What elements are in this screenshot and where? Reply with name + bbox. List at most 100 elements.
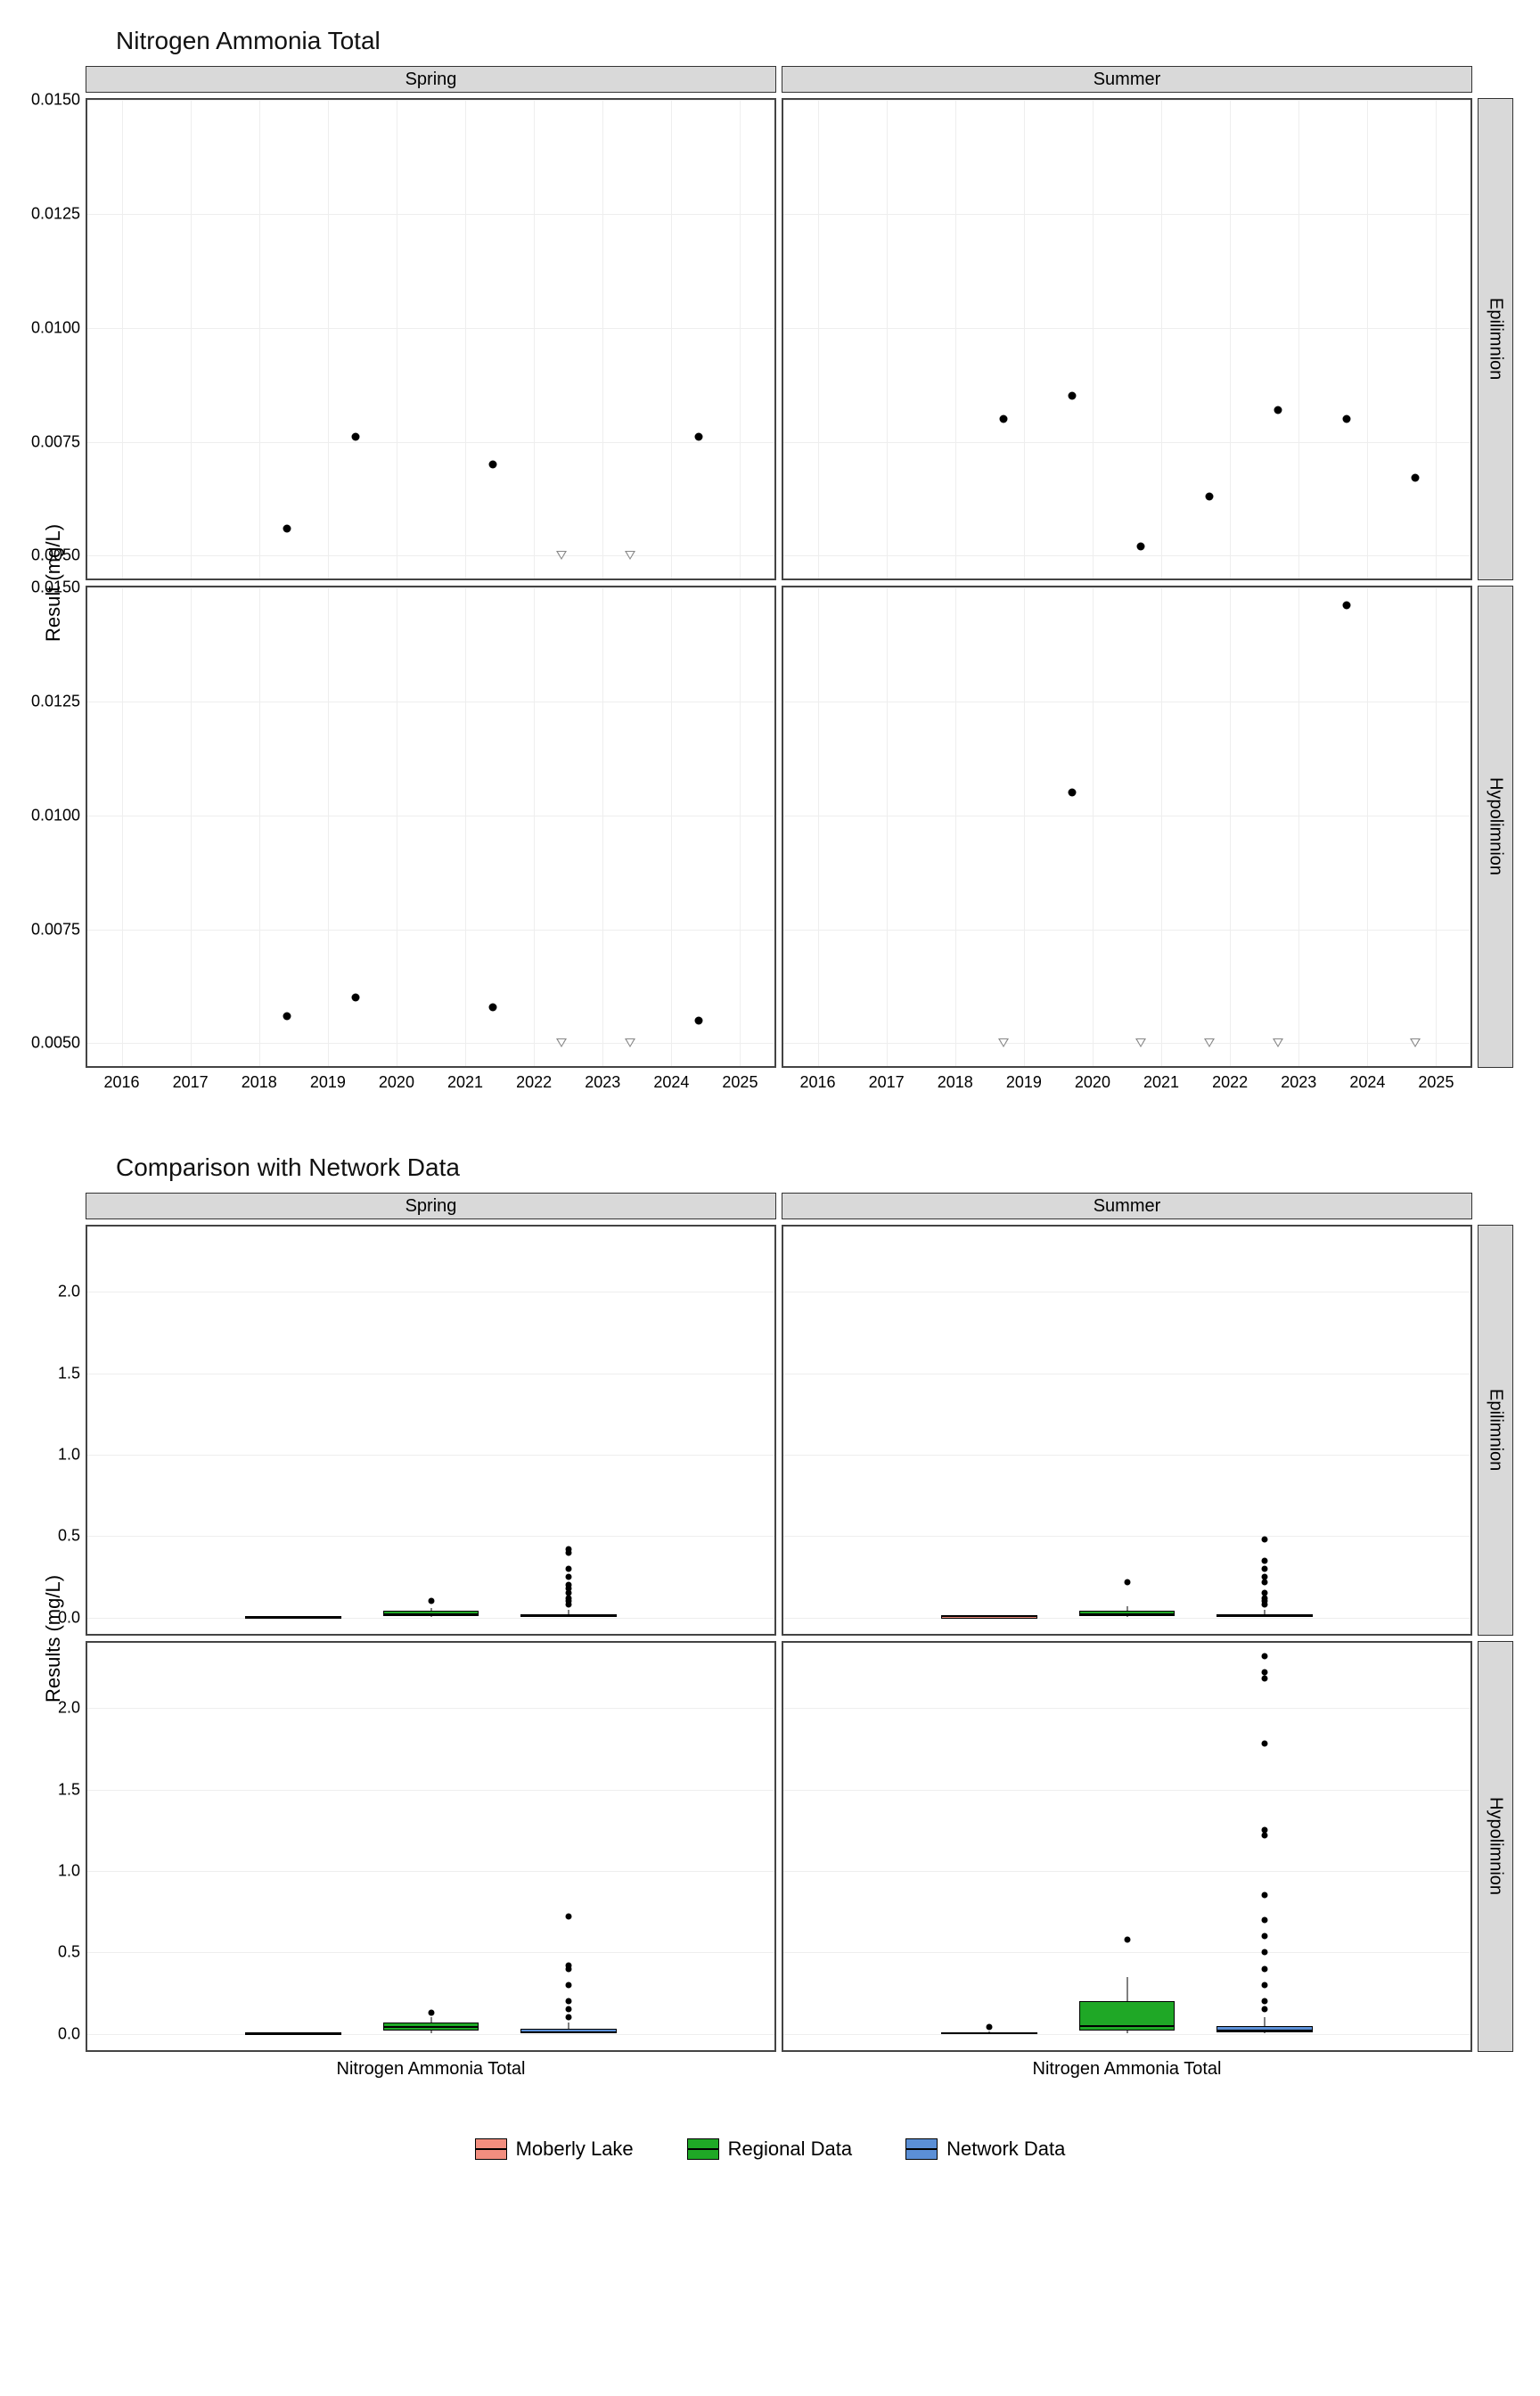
panel-spring-epi: 0.00500.00750.01000.01250.0150 (86, 98, 776, 580)
panel-box-summer-hypo: Nitrogen Ammonia Total (782, 1641, 1472, 2052)
below-dl-icon (1204, 1038, 1215, 1047)
below-dl-icon (625, 1038, 635, 1047)
outlier-point (987, 2024, 993, 2031)
data-point (1274, 406, 1282, 414)
row-strip-epi-2: Epilimnion (1478, 1225, 1513, 1636)
xtick: 2019 (1006, 1066, 1042, 1092)
ytick: 0.0 (58, 2024, 87, 2043)
outlier-point (1261, 1669, 1267, 1675)
outlier-point (1261, 1949, 1267, 1956)
xtick: 2018 (242, 1066, 277, 1092)
xtick: 2024 (1349, 1066, 1385, 1092)
outlier-point (565, 2006, 571, 2013)
panel-summer-hypo: 2016201720182019202020212022202320242025 (782, 586, 1472, 1068)
outlier-point (565, 1982, 571, 1988)
ytick: 0.0075 (31, 920, 87, 939)
ytick: 0.0150 (31, 91, 87, 110)
outlier-point (565, 1546, 571, 1552)
below-dl-icon (1273, 1038, 1283, 1047)
ytick: 0.0125 (31, 692, 87, 710)
legend-swatch-moberly (475, 2138, 507, 2160)
legend-network: Network Data (905, 2138, 1065, 2161)
ytick: 1.0 (58, 1861, 87, 1880)
xtick: 2020 (379, 1066, 414, 1092)
xtick: 2017 (173, 1066, 209, 1092)
data-point (488, 1003, 496, 1011)
x-category-label: Nitrogen Ammonia Total (337, 2050, 526, 2080)
panel-spring-hypo: 0.00500.00750.01000.01250.01502016201720… (86, 586, 776, 1068)
panel-summer-epi (782, 98, 1472, 580)
legend-swatch-network (905, 2138, 938, 2160)
outlier-point (1261, 1982, 1267, 1988)
outlier-point (1261, 2006, 1267, 2013)
col-strip-summer: Summer (782, 66, 1472, 93)
ytick: 0.0150 (31, 578, 87, 597)
chart-1: Nitrogen Ammonia Total Result (mg/L) Spr… (27, 27, 1513, 1100)
below-dl-icon (1135, 1038, 1146, 1047)
outlier-point (1261, 1565, 1267, 1571)
below-dl-icon (1410, 1038, 1421, 1047)
outlier-point (1261, 1933, 1267, 1940)
xtick: 2025 (1418, 1066, 1454, 1092)
outlier-point (1261, 1574, 1267, 1580)
outlier-point (1261, 1998, 1267, 2005)
ytick: 0.5 (58, 1943, 87, 1962)
xtick: 2024 (653, 1066, 689, 1092)
data-point (488, 461, 496, 469)
data-point (1068, 392, 1076, 400)
data-point (1412, 474, 1420, 482)
outlier-point (1261, 1827, 1267, 1834)
xtick: 2022 (516, 1066, 552, 1092)
ytick: 1.0 (58, 1445, 87, 1464)
xtick: 2023 (585, 1066, 620, 1092)
chart-1-grid: Result (mg/L) Spring Summer Epilimnion H… (27, 66, 1513, 1100)
outlier-point (565, 2014, 571, 2021)
data-point (695, 433, 703, 441)
data-point (1343, 415, 1351, 423)
outlier-point (565, 1582, 571, 1588)
row-strip-hypo-2: Hypolimnion (1478, 1641, 1513, 2052)
data-point (351, 433, 359, 441)
outlier-point (1261, 1676, 1267, 1682)
outlier-point (1261, 1741, 1267, 1747)
row-strip-hypo: Hypolimnion (1478, 586, 1513, 1068)
panel-box-summer-epi (782, 1225, 1472, 1636)
xtick: 2025 (722, 1066, 758, 1092)
ytick: 0.0075 (31, 432, 87, 451)
ytick: 0.0100 (31, 318, 87, 337)
col-strip-spring: Spring (86, 66, 776, 93)
row-strip-epi: Epilimnion (1478, 98, 1513, 580)
data-point (1206, 492, 1214, 500)
outlier-point (1261, 1653, 1267, 1659)
outlier-point (565, 1914, 571, 1920)
outlier-point (565, 1565, 571, 1571)
col-strip-summer-2: Summer (782, 1193, 1472, 1219)
ytick: 0.0125 (31, 204, 87, 223)
ytick: 0.0050 (31, 1034, 87, 1053)
xtick: 2021 (447, 1066, 483, 1092)
chart-2-ylabel: Results (mg/L) (27, 1225, 80, 2052)
ytick: 2.0 (58, 1699, 87, 1718)
xtick: 2016 (104, 1066, 140, 1092)
ytick: 1.5 (58, 1364, 87, 1383)
outlier-point (1261, 1590, 1267, 1596)
legend-label-regional: Regional Data (728, 2138, 852, 2161)
chart-2: Comparison with Network Data Results (mg… (27, 1153, 1513, 2084)
outlier-point (1261, 1892, 1267, 1899)
ytick: 2.0 (58, 1283, 87, 1301)
ytick: 0.0100 (31, 806, 87, 825)
x-category-label: Nitrogen Ammonia Total (1033, 2050, 1222, 2080)
data-point (1343, 602, 1351, 610)
xtick: 2023 (1281, 1066, 1316, 1092)
col-strip-spring-2: Spring (86, 1193, 776, 1219)
data-point (283, 524, 291, 532)
below-dl-icon (625, 551, 635, 560)
data-point (1136, 543, 1144, 551)
outlier-point (565, 1998, 571, 2005)
outlier-point (1261, 1916, 1267, 1923)
xtick: 2016 (800, 1066, 836, 1092)
xtick: 2018 (938, 1066, 973, 1092)
legend-regional: Regional Data (687, 2138, 852, 2161)
data-point (283, 1012, 291, 1020)
ytick: 0.0 (58, 1608, 87, 1627)
